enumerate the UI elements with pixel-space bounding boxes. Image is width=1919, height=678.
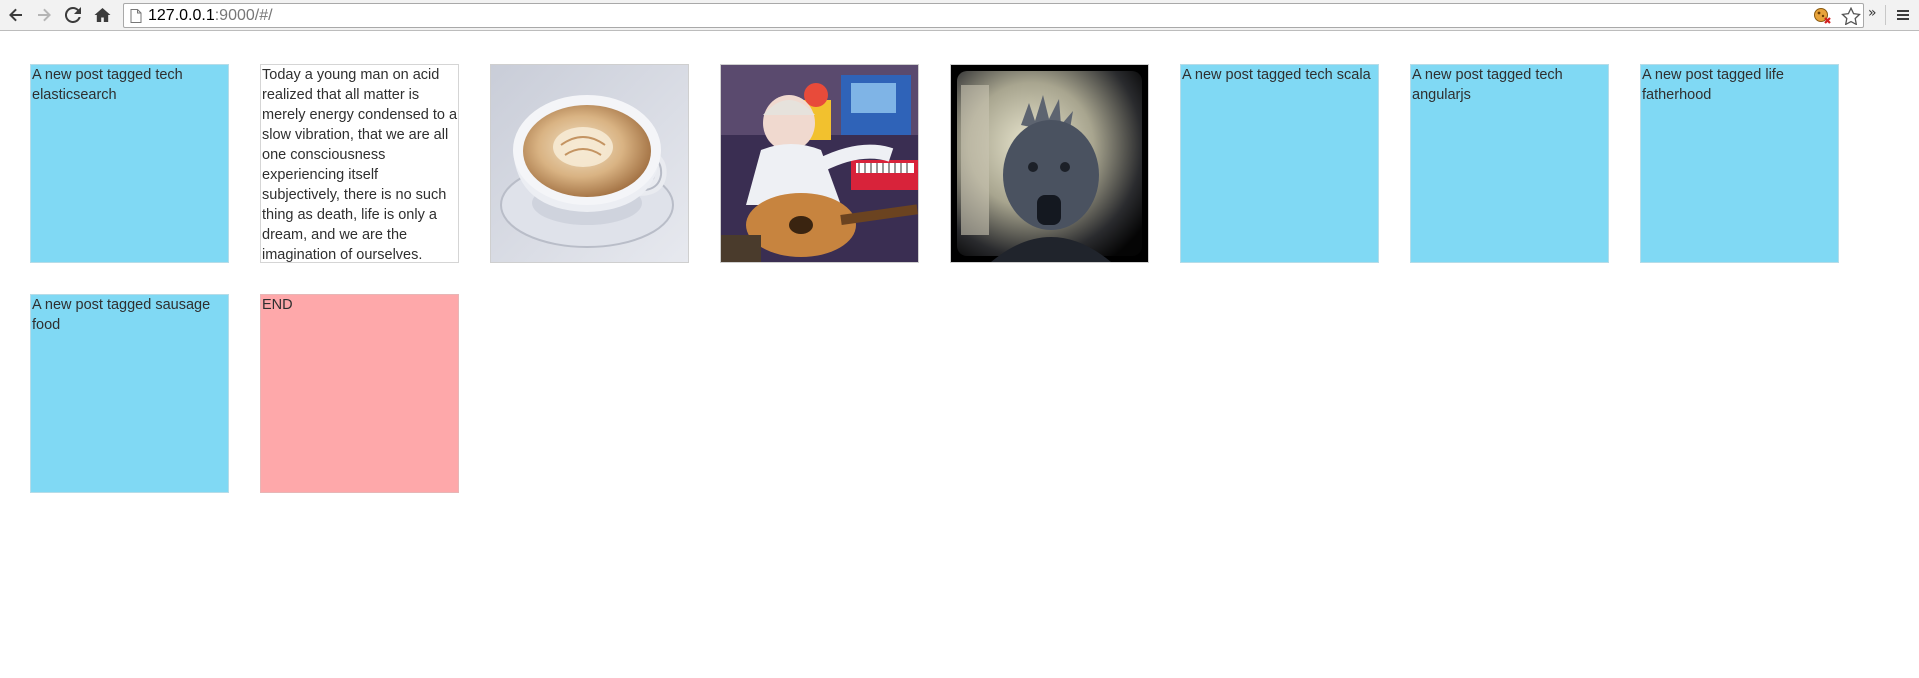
child-guitar-image [721, 65, 918, 262]
post-text: A new post tagged sausage food [32, 297, 211, 333]
post-text: A new post tagged tech elasticsearch [32, 67, 183, 103]
post-tile-image[interactable] [950, 64, 1149, 263]
url-path: :9000/#/ [214, 7, 273, 24]
menu-button[interactable] [1891, 3, 1915, 27]
reload-button[interactable] [61, 3, 85, 27]
star-icon[interactable] [1841, 7, 1861, 25]
post-tile-image[interactable] [720, 64, 919, 263]
post-tile-tag[interactable]: A new post tagged tech angularjs [1410, 64, 1609, 263]
end-tile: END [260, 294, 459, 493]
forward-button[interactable] [32, 3, 56, 27]
back-arrow-icon [9, 8, 22, 22]
home-button[interactable] [90, 3, 114, 27]
post-text: A new post tagged life fatherhood [1642, 67, 1784, 103]
post-tile-image[interactable] [490, 64, 689, 263]
browser-toolbar: 127.0.0.1:9000/#/ » [0, 0, 1919, 31]
post-text: A new post tagged tech angularjs [1412, 67, 1563, 103]
forward-arrow-icon [38, 8, 51, 22]
url-text[interactable]: 127.0.0.1:9000/#/ [148, 7, 273, 25]
hamburger-menu-icon [1897, 10, 1909, 20]
post-tile-tag[interactable]: A new post tagged life fatherhood [1640, 64, 1839, 263]
chevron-double-right-icon[interactable]: » [1868, 5, 1877, 21]
post-text: A new post tagged tech scala [1182, 67, 1371, 83]
toolbar-divider [1885, 5, 1886, 25]
url-host: 127.0.0.1 [148, 7, 215, 24]
baby-portrait-image [951, 65, 1148, 262]
coffee-cup-image [491, 65, 688, 262]
post-text: Today a young man on acid realized that … [262, 67, 458, 263]
post-tile-quote[interactable]: Today a young man on acid realized that … [260, 64, 459, 263]
end-label: END [262, 297, 293, 313]
extension-icon[interactable] [1813, 7, 1833, 25]
reload-icon [65, 7, 81, 23]
post-tile-tag[interactable]: A new post tagged tech scala [1180, 64, 1379, 263]
post-tile-tag[interactable]: A new post tagged tech elasticsearch [30, 64, 229, 263]
home-icon [94, 8, 110, 22]
back-button[interactable] [4, 3, 28, 27]
page-icon [130, 9, 142, 23]
address-bar[interactable]: 127.0.0.1:9000/#/ [123, 3, 1864, 28]
post-tile-tag[interactable]: A new post tagged sausage food [30, 294, 229, 493]
